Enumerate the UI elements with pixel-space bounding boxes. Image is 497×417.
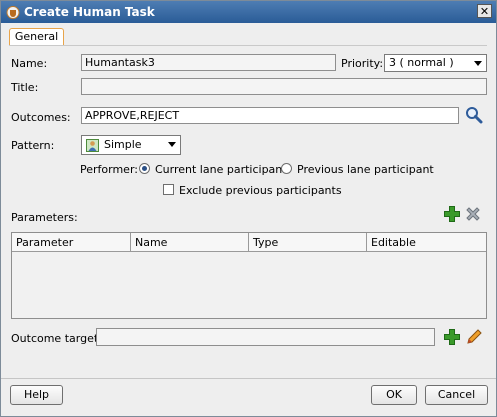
priority-select[interactable]: 3 ( normal ) [384,54,487,72]
add-icon[interactable] [444,329,460,345]
close-icon: ✕ [479,5,490,18]
column-header-editable[interactable]: Editable [367,233,486,252]
title-bar[interactable]: Create Human Task ✕ [1,1,496,23]
title-field[interactable] [81,78,487,95]
window-title: Create Human Task [24,5,155,19]
priority-label: Priority: [341,57,384,70]
add-icon[interactable] [444,206,460,222]
previous-lane-label: Previous lane participant [297,163,434,176]
column-header-parameter[interactable]: Parameter [12,233,131,252]
coffee-cup-icon [6,6,20,19]
radio-previous-lane[interactable] [281,163,292,174]
outcomes-field[interactable]: APPROVE,REJECT [81,107,459,124]
edit-pencil-icon[interactable] [465,328,483,346]
create-human-task-dialog: Create Human Task ✕ General Name: Humant… [0,0,497,417]
performer-label: Performer: [80,163,138,176]
tab-general[interactable]: General [9,28,64,45]
column-header-type[interactable]: Type [249,233,367,252]
delete-icon[interactable] [465,206,481,222]
pattern-select[interactable]: Simple [81,135,181,155]
tab-divider [9,45,487,46]
close-button[interactable]: ✕ [477,4,492,18]
cancel-button[interactable]: Cancel [425,385,488,405]
search-icon[interactable] [465,106,483,124]
help-button[interactable]: Help [10,385,63,405]
name-label: Name: [11,57,48,70]
ok-button[interactable]: OK [371,385,417,405]
pattern-label: Pattern: [11,139,55,152]
title-label: Title: [11,81,39,94]
chevron-down-icon [474,61,482,66]
priority-value: 3 ( normal ) [389,56,454,69]
user-task-icon [86,139,99,152]
parameters-table[interactable]: Parameter Name Type Editable [11,232,487,319]
outcome-target-label: Outcome target: [11,332,102,345]
outcomes-label: Outcomes: [11,111,71,124]
exclude-previous-checkbox[interactable] [163,184,174,195]
button-bar-separator [1,378,496,379]
name-field[interactable]: Humantask3 [81,54,336,71]
exclude-previous-label: Exclude previous participants [179,184,342,197]
current-lane-label: Current lane participant [155,163,287,176]
pattern-value: Simple [104,138,142,151]
radio-current-lane[interactable] [139,163,150,174]
chevron-down-icon [168,142,176,147]
column-header-name[interactable]: Name [131,233,249,252]
parameters-label: Parameters: [11,211,78,224]
outcome-target-field[interactable] [96,328,435,346]
